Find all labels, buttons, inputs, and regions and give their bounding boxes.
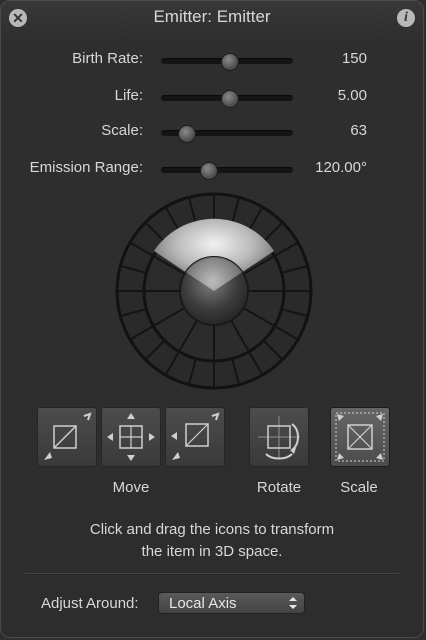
emission-wheel[interactable] [114,191,314,391]
rotate-icon [258,416,300,460]
instruction-line-1: Click and drag the icons to transform [89,521,335,538]
scale-slider-knob[interactable] [178,125,197,143]
emission-range-slider[interactable] [161,162,293,180]
move-diagonal-icon [44,412,92,460]
hud-title: Emitter: Emitter [153,7,271,26]
life-slider-knob[interactable] [220,90,239,108]
move-diagonal-tool[interactable] [37,407,97,467]
scale-tool[interactable] [330,407,390,467]
life-slider[interactable] [161,90,293,108]
birth-rate-row: Birth Rate: 150 [1,47,423,71]
info-icon[interactable]: i [397,9,415,27]
rotate-tool[interactable] [249,407,309,467]
emission-range-row: Emission Range: 120.00° [1,156,423,180]
birth-rate-value[interactable]: 150 [342,50,367,67]
move-pan-tool[interactable] [101,407,161,467]
emitter-hud: ✕ Emitter: Emitter i Birth Rate: 150 Lif… [0,0,424,638]
life-row: Life: 5.00 [1,84,423,108]
birth-rate-slider-knob[interactable] [220,53,239,71]
emission-range-value[interactable]: 120.00° [315,159,367,176]
scale-slider[interactable] [161,125,293,143]
move-depth-icon [171,412,220,460]
birth-rate-label: Birth Rate: [72,50,143,67]
instruction-text: Click and drag the icons to transform th… [1,519,423,563]
scale-value[interactable]: 63 [350,122,367,139]
scale-row: Scale: 63 [1,119,423,143]
life-value[interactable]: 5.00 [338,87,367,104]
adjust-around-popup[interactable]: Local Axis [158,592,305,614]
instruction-line-2: the item in 3D space. [141,543,283,560]
emission-range-label: Emission Range: [29,159,143,176]
adjust-around-value: Local Axis [169,595,237,612]
scale-label-tool: Scale [340,479,378,496]
life-label: Life: [114,87,143,104]
emission-range-slider-knob[interactable] [199,162,218,180]
move-pan-icon [107,413,155,461]
updown-arrows-icon [289,597,297,609]
move-depth-tool[interactable] [165,407,225,467]
scale-label: Scale: [101,122,143,139]
divider [25,573,399,575]
scale-icon [335,412,385,462]
move-label: Move [112,479,150,496]
birth-rate-slider[interactable] [161,53,293,71]
adjust-around-label: Adjust Around: [41,595,139,612]
